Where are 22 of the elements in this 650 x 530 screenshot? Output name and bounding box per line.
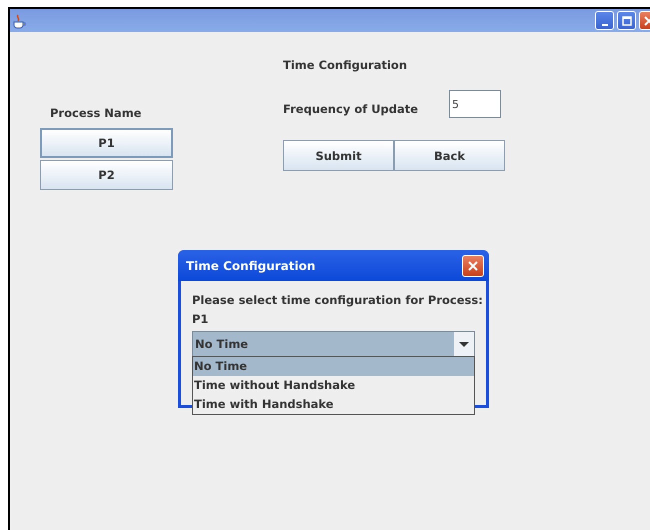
dropdown-option[interactable]: Time with Handshake — [193, 395, 474, 414]
coffee-cup-icon — [11, 12, 27, 28]
process-label: P1 — [192, 311, 210, 328]
dropdown-option[interactable]: Time without Handshake — [193, 376, 474, 395]
time-dropdown[interactable]: No Time — [192, 331, 475, 357]
panel-heading: Time Configuration — [282, 57, 408, 72]
process-button[interactable]: P2 — [40, 160, 173, 190]
close-button[interactable] — [462, 254, 484, 276]
process-button[interactable]: P1 — [40, 128, 173, 158]
dialog-message: Please select time configuration for Process: — [192, 292, 484, 309]
minimize-icon — [602, 24, 608, 26]
submit-button[interactable]: Submit — [283, 140, 394, 171]
process-name-label: Process Name — [50, 106, 142, 120]
dialog-title: Time Configuration — [186, 258, 316, 272]
dropdown-option[interactable]: No Time — [193, 357, 474, 376]
back-button[interactable]: Back — [394, 140, 505, 171]
minimize-button[interactable] — [595, 11, 614, 30]
maximize-icon — [622, 16, 632, 26]
close-icon — [468, 260, 478, 270]
maximize-button[interactable] — [617, 11, 636, 30]
frequency-field[interactable]: 5 — [449, 90, 501, 118]
frequency-label: Frequency of Update — [283, 102, 420, 116]
